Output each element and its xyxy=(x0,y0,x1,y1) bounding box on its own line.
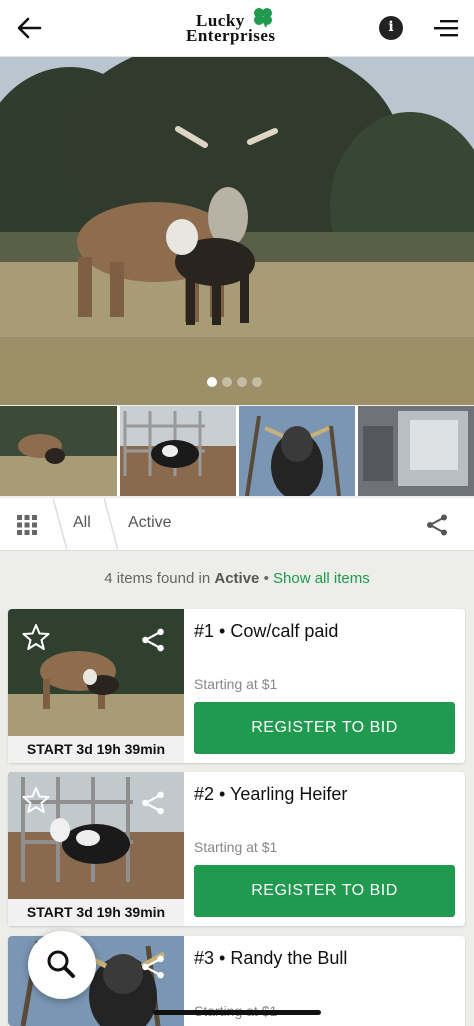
filter-bar: All Active xyxy=(0,498,474,551)
auction-start-countdown: START 3d 19h 39min xyxy=(8,899,184,926)
show-all-link[interactable]: Show all items xyxy=(273,570,370,587)
thumbnail-2[interactable] xyxy=(120,406,236,496)
hero-photo-cow-calf xyxy=(0,57,474,405)
clover-icon xyxy=(254,8,272,28)
results-summary: 4 items found in Active • Show all items xyxy=(0,570,474,587)
share-icon[interactable] xyxy=(140,790,166,816)
star-icon[interactable] xyxy=(22,786,50,814)
breadcrumb-divider xyxy=(104,498,118,550)
carousel-indicator xyxy=(0,377,474,389)
thumbnail-4[interactable] xyxy=(358,406,474,496)
star-icon[interactable] xyxy=(22,623,50,651)
tab-all[interactable]: All xyxy=(73,514,91,532)
search-button[interactable] xyxy=(28,931,96,999)
search-icon xyxy=(47,950,75,978)
carousel-dot[interactable] xyxy=(222,377,232,387)
results-count: 4 items found in xyxy=(104,570,211,587)
lot-title[interactable]: #1 • Cow/calf paid xyxy=(194,621,338,642)
register-to-bid-button[interactable]: REGISTER TO BID xyxy=(194,865,455,917)
thumbnail-1[interactable] xyxy=(0,406,117,496)
share-icon[interactable] xyxy=(140,627,166,653)
lot-card[interactable]: START 3d 19h 39min #1 • Cow/calf paid St… xyxy=(8,609,465,763)
carousel-dot[interactable] xyxy=(252,377,262,387)
grid-icon[interactable] xyxy=(16,514,38,536)
auction-start-countdown: START 3d 19h 39min xyxy=(8,736,184,763)
tab-active[interactable]: Active xyxy=(128,514,172,532)
thumbnail-3[interactable] xyxy=(239,406,355,496)
carousel-dot[interactable] xyxy=(237,377,247,387)
user-avatar[interactable]: i xyxy=(379,16,403,40)
logo-line2: Enterprises xyxy=(186,26,276,45)
starting-price: Starting at $1 xyxy=(194,839,278,855)
lot-title[interactable]: #2 • Yearling Heifer xyxy=(194,784,347,805)
brand-logo[interactable]: Lucky Enterprises xyxy=(186,8,296,46)
register-to-bid-button[interactable]: REGISTER TO BID xyxy=(194,702,455,754)
lot-title[interactable]: #3 • Randy the Bull xyxy=(194,948,347,969)
arrow-left-icon[interactable] xyxy=(14,13,44,43)
carousel-dot-active[interactable] xyxy=(207,377,217,387)
starting-price: Starting at $1 xyxy=(194,676,278,692)
home-indicator xyxy=(153,1010,321,1015)
app-header: Lucky Enterprises i xyxy=(0,0,474,57)
results-filter: Active xyxy=(214,570,260,587)
menu-icon[interactable] xyxy=(434,18,458,38)
share-icon[interactable] xyxy=(140,954,166,980)
summary-separator: • xyxy=(263,570,269,587)
lot-card[interactable]: START 3d 19h 39min #2 • Yearling Heifer … xyxy=(8,772,465,926)
hero-photo[interactable] xyxy=(0,57,474,405)
share-icon[interactable] xyxy=(425,513,449,537)
breadcrumb-divider xyxy=(53,498,67,550)
thumbnail-strip xyxy=(0,406,474,496)
user-initial: i xyxy=(388,19,394,35)
